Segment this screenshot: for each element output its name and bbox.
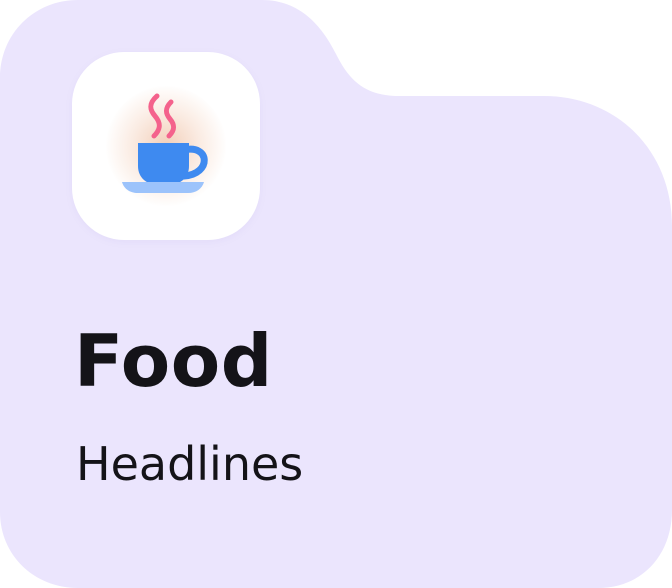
icon-tile bbox=[72, 52, 260, 240]
category-subtitle: Headlines bbox=[76, 437, 304, 491]
category-title: Food bbox=[74, 319, 273, 403]
coffee-cup-icon bbox=[122, 93, 208, 193]
food-category-card[interactable]: Food Headlines bbox=[0, 0, 672, 588]
